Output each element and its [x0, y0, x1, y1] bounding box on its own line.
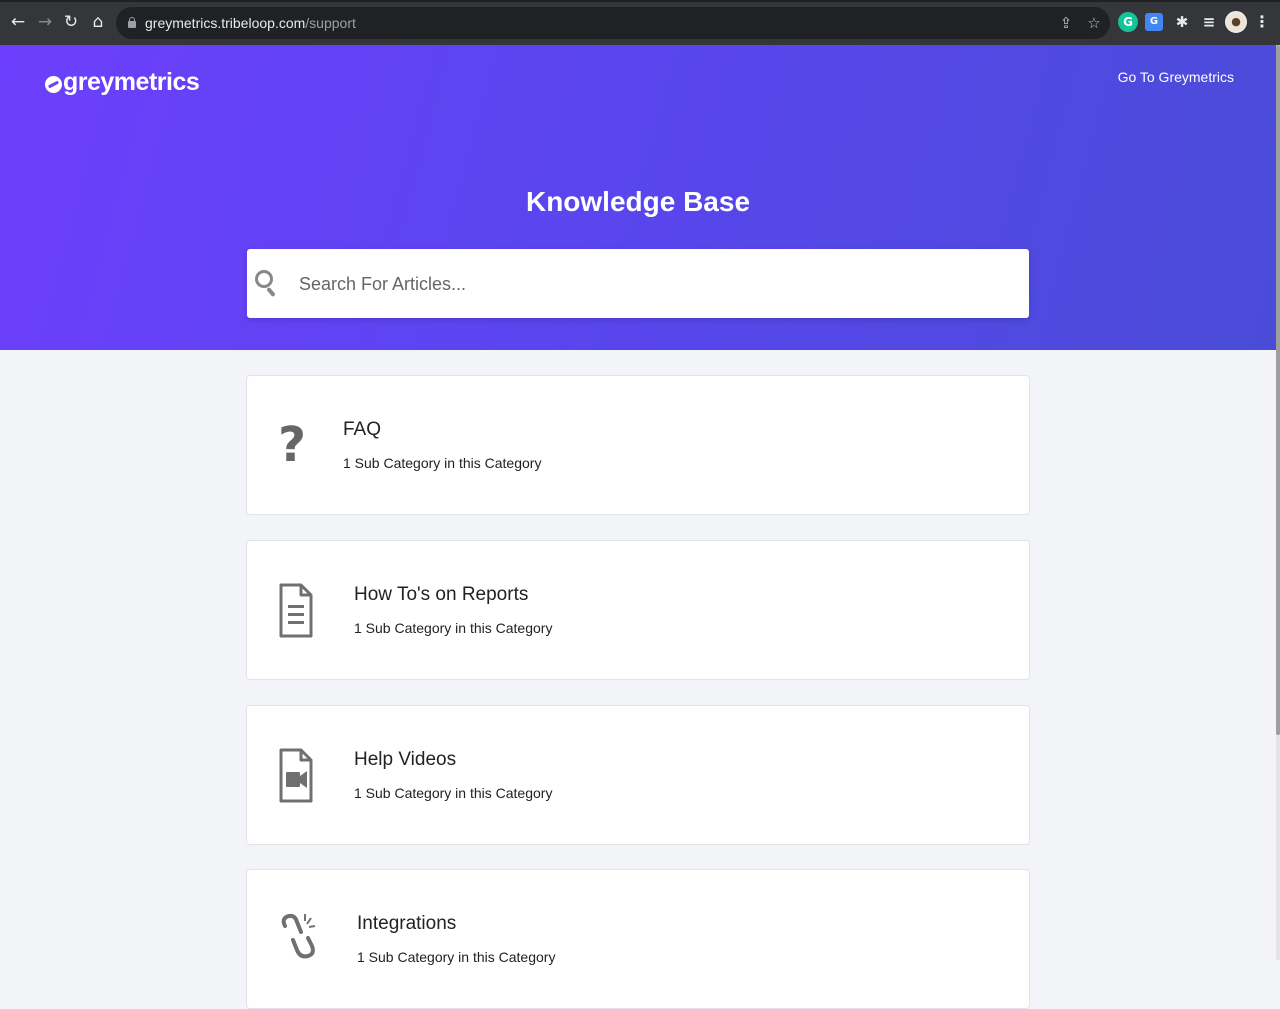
url-host: greymetrics.tribeloop.com	[145, 15, 306, 31]
category-subtitle: 1 Sub Category in this Category	[354, 620, 553, 636]
media-control-icon[interactable]: ≡	[1199, 12, 1219, 32]
grammarly-extension-icon[interactable]: G	[1118, 12, 1138, 32]
url-path: /support	[305, 15, 356, 31]
category-title[interactable]: Integrations	[357, 913, 456, 935]
greymetrics-logo[interactable]: greymetrics	[45, 68, 200, 97]
question-icon: ?	[278, 417, 306, 473]
category-subtitle: 1 Sub Category in this Category	[354, 785, 553, 801]
profile-avatar[interactable]: ●	[1225, 11, 1247, 33]
back-arrow-icon[interactable]: ←	[8, 12, 28, 32]
logo-mark-icon	[45, 75, 62, 93]
page-scrollbar[interactable]	[1276, 45, 1280, 960]
bookmark-star-icon[interactable]: ☆	[1084, 13, 1104, 33]
category-card-how-tos[interactable]: How To's on Reports 1 Sub Category in th…	[246, 540, 1030, 680]
go-to-greymetrics-link[interactable]: Go To Greymetrics	[1118, 69, 1234, 85]
document-icon	[279, 583, 313, 638]
category-card-integrations[interactable]: Integrations 1 Sub Category in this Cate…	[246, 869, 1030, 1009]
category-title[interactable]: FAQ	[343, 419, 381, 441]
browser-toolbar: ← → ↻ ⌂ greymetrics.tribeloop.com/suppor…	[0, 0, 1280, 45]
search-input[interactable]	[299, 267, 999, 301]
address-bar[interactable]: greymetrics.tribeloop.com/support ⇪ ☆	[116, 7, 1110, 39]
extensions-puzzle-icon[interactable]: ✱	[1172, 12, 1192, 32]
reload-icon[interactable]: ↻	[61, 12, 81, 32]
tab-strip	[0, 0, 1280, 2]
video-file-icon	[279, 748, 313, 803]
scrollbar-thumb[interactable]	[1276, 45, 1280, 735]
page-title: Knowledge Base	[525, 186, 751, 217]
category-title[interactable]: Help Videos	[354, 749, 456, 771]
share-icon[interactable]: ⇪	[1056, 13, 1076, 33]
home-icon[interactable]: ⌂	[88, 12, 108, 32]
category-card-faq[interactable]: ? FAQ 1 Sub Category in this Category	[246, 375, 1030, 515]
hero-banner: greymetrics Go To Greymetrics Knowledge …	[0, 45, 1276, 350]
lock-icon[interactable]	[128, 17, 136, 28]
google-translate-extension-icon[interactable]: G	[1145, 13, 1163, 31]
search-box	[247, 249, 1029, 318]
kebab-menu-icon[interactable]: ⋮	[1252, 12, 1272, 32]
broken-link-icon	[279, 912, 319, 962]
url-text: greymetrics.tribeloop.com/support	[145, 15, 356, 31]
search-icon	[255, 270, 281, 298]
category-subtitle: 1 Sub Category in this Category	[343, 455, 542, 471]
category-title[interactable]: How To's on Reports	[354, 584, 528, 606]
forward-arrow-icon[interactable]: →	[35, 12, 55, 32]
category-subtitle: 1 Sub Category in this Category	[357, 949, 556, 965]
category-card-help-videos[interactable]: Help Videos 1 Sub Category in this Categ…	[246, 705, 1030, 845]
logo-text: greymetrics	[63, 68, 200, 96]
